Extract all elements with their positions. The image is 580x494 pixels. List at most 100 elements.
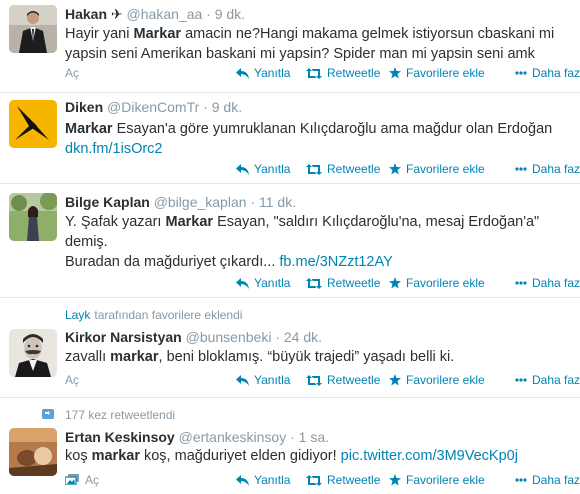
- expand-link[interactable]: Aç: [85, 473, 99, 487]
- retweet-icon: [306, 67, 322, 79]
- tweet-header: Hakan ✈ @hakan_aa · 9 dk.: [65, 6, 245, 23]
- tweet-bilge-kaplan[interactable]: Bilge Kaplan @bilge_kaplan · 11 dk. Y. Ş…: [0, 184, 580, 298]
- retweet-count-context: 177 kez retweetlendi: [42, 408, 176, 422]
- tweet-text: zavallı markar, beni bloklamış. “büyük t…: [65, 347, 570, 367]
- reply-label: Yanıtla: [254, 162, 291, 176]
- text-segment: zavallı: [65, 349, 111, 365]
- tweet-actions: Aç Yanıtla Retweetle Favorilere ekle Dah…: [65, 66, 580, 82]
- tweet-diken[interactable]: Diken @DikenComTr · 9 dk. Markar Esayan'…: [0, 93, 580, 184]
- avatar[interactable]: [9, 193, 57, 241]
- author-name[interactable]: Bilge Kaplan: [65, 194, 150, 210]
- retweet-icon: [306, 374, 322, 386]
- avatar[interactable]: [9, 5, 57, 53]
- favorite-button[interactable]: Favorilere ekle: [389, 473, 485, 487]
- search-term-highlight: Markar: [165, 214, 214, 230]
- star-icon: [389, 374, 401, 386]
- expand-link[interactable]: Aç: [65, 66, 79, 80]
- timestamp[interactable]: 1 sa.: [299, 429, 329, 445]
- text-segment: Hayir yani: [65, 26, 134, 42]
- retweet-button[interactable]: Retweetle: [306, 473, 380, 487]
- text-segment: koş, mağduriyet elden gidiyor!: [139, 448, 341, 464]
- separator: ·: [290, 429, 295, 445]
- text-segment: Esayan'a göre yumruklanan Kılıçdaroğlu a…: [112, 121, 553, 137]
- favorite-label: Favorilere ekle: [406, 276, 485, 290]
- text-segment: , beni bloklamış. “büyük trajedi” yaşadı…: [158, 349, 455, 365]
- author-handle[interactable]: @bunsenbeki: [186, 329, 272, 345]
- more-button[interactable]: Daha fazla: [515, 373, 580, 387]
- author-name[interactable]: Ertan Keskinsoy: [65, 429, 175, 445]
- tweet-header: Bilge Kaplan @bilge_kaplan · 11 dk.: [65, 194, 296, 211]
- plane-icon: ✈: [110, 6, 123, 22]
- reply-button[interactable]: Yanıtla: [236, 276, 290, 290]
- retweet-button[interactable]: Retweetle: [306, 276, 380, 290]
- separator: ·: [206, 6, 211, 22]
- search-term-highlight: Markar: [65, 121, 113, 137]
- tweet-kirkor-narsistyan[interactable]: Layk tarafından favorilere eklendi Kirko…: [0, 298, 580, 398]
- favorite-button[interactable]: Favorilere ekle: [389, 373, 485, 387]
- avatar[interactable]: [9, 100, 57, 148]
- retweet-button[interactable]: Retweetle: [306, 66, 380, 80]
- retweet-button[interactable]: Retweetle: [306, 162, 380, 176]
- timestamp[interactable]: 9 dk.: [212, 99, 242, 115]
- author-handle[interactable]: @DikenComTr: [107, 99, 199, 115]
- timestamp[interactable]: 9 dk.: [215, 6, 245, 22]
- reply-icon: [236, 277, 249, 289]
- avatar-image: [9, 193, 57, 241]
- retweet-label: Retweetle: [327, 66, 381, 80]
- more-label: Daha fazla: [532, 473, 580, 487]
- more-dots-icon: [515, 478, 527, 482]
- tweet-link[interactable]: dkn.fm/1isOrc2: [65, 141, 163, 157]
- more-button[interactable]: Daha fazla: [515, 162, 580, 176]
- tweet-link[interactable]: pic.twitter.com/3M9VecKp0j: [341, 448, 518, 464]
- more-button[interactable]: Daha fazla: [515, 276, 580, 290]
- tweet-actions: Aç Yanıtla Retweetle Favorilere ekle Dah…: [65, 473, 580, 489]
- retweet-label: Retweetle: [327, 473, 381, 487]
- context-text: tarafından favorilere eklendi: [94, 308, 243, 322]
- context-text: 177 kez retweetlendi: [65, 408, 176, 422]
- text-line: Hayir yani Markar amacin ne?Hangi makama…: [65, 24, 570, 44]
- timestamp[interactable]: 11 dk.: [259, 194, 296, 210]
- reply-button[interactable]: Yanıtla: [236, 66, 290, 80]
- reply-label: Yanıtla: [254, 276, 291, 290]
- avatar[interactable]: [9, 329, 57, 377]
- separator: ·: [275, 329, 280, 345]
- context-user-link[interactable]: Layk: [65, 308, 90, 322]
- author-handle[interactable]: @ertankeskinsoy: [179, 429, 287, 445]
- tweet-text: Y. Şafak yazarı Markar Esayan, "saldırı …: [65, 212, 570, 272]
- author-handle[interactable]: @hakan_aa: [127, 6, 203, 22]
- author-handle[interactable]: @bilge_kaplan: [154, 194, 247, 210]
- star-icon: [389, 277, 401, 289]
- reply-button[interactable]: Yanıtla: [236, 373, 290, 387]
- expand-link[interactable]: Aç: [65, 373, 79, 387]
- avatar-image: [9, 5, 57, 53]
- author-name[interactable]: Kirkor Narsistyan: [65, 329, 182, 345]
- separator: ·: [203, 99, 208, 115]
- retweet-button[interactable]: Retweetle: [306, 373, 380, 387]
- tweet-actions: Aç Yanıtla Retweetle Favorilere ekle Dah…: [65, 373, 580, 389]
- reply-label: Yanıtla: [254, 473, 291, 487]
- retweet-icon: [306, 474, 322, 486]
- text-line: koş markar koş, mağduriyet elden gidiyor…: [65, 446, 570, 466]
- text-segment: Esayan, "saldırı Kılıçdaroğlu'na, mesaj …: [213, 214, 540, 230]
- reply-button[interactable]: Yanıtla: [236, 473, 290, 487]
- more-button[interactable]: Daha fazla: [515, 473, 580, 487]
- favorite-button[interactable]: Favorilere ekle: [389, 276, 485, 290]
- avatar[interactable]: [9, 428, 57, 476]
- timestamp[interactable]: 24 dk.: [284, 329, 322, 345]
- more-button[interactable]: Daha fazla: [515, 66, 580, 80]
- text-segment: demiş.: [65, 234, 108, 250]
- tweet-hakan[interactable]: Hakan ✈ @hakan_aa · 9 dk. Hayir yani Mar…: [0, 0, 580, 93]
- text-line: Markar Esayan'a göre yumruklanan Kılıçda…: [65, 119, 570, 139]
- tweet-text: koş markar koş, mağduriyet elden gidiyor…: [65, 446, 570, 466]
- search-term-highlight: Markar: [133, 26, 182, 42]
- text-line: demiş.: [65, 232, 570, 252]
- text-line: Y. Şafak yazarı Markar Esayan, "saldırı …: [65, 212, 570, 232]
- favorite-button[interactable]: Favorilere ekle: [389, 66, 485, 80]
- tweet-link[interactable]: fb.me/3NZzt12AY: [279, 254, 392, 270]
- diken-logo: [9, 100, 57, 148]
- favorite-button[interactable]: Favorilere ekle: [389, 162, 485, 176]
- author-name[interactable]: Hakan: [65, 6, 107, 22]
- author-name[interactable]: Diken: [65, 99, 103, 115]
- reply-button[interactable]: Yanıtla: [236, 162, 290, 176]
- tweet-ertan-keskinsoy[interactable]: 177 kez retweetlendi Ertan Keskinsoy @er…: [0, 398, 580, 494]
